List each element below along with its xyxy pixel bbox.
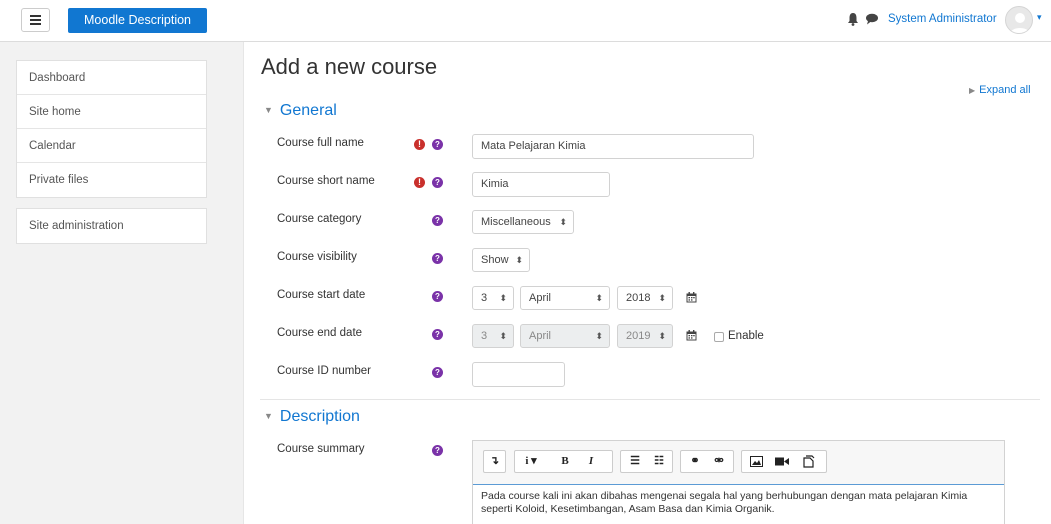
menu-toggle-button[interactable] — [21, 8, 50, 32]
course-short-name-label: Course short name — [277, 175, 375, 187]
required-icon[interactable]: ! — [414, 139, 425, 150]
toolbar-group-links: ⚭ ⚮ — [680, 450, 734, 473]
sidebar-item-private-files[interactable]: Private files — [17, 163, 206, 197]
user-name-link[interactable]: System Administrator — [888, 13, 997, 25]
calendar-icon[interactable] — [686, 330, 697, 341]
expand-all-link[interactable]: ▶ Expand all — [969, 84, 1031, 96]
paragraph-styles-icon[interactable]: i ▾ — [517, 451, 545, 472]
end-month-select[interactable]: April ⬍ — [520, 324, 610, 348]
manage-files-icon[interactable] — [802, 455, 815, 468]
sidebar-item-dashboard[interactable]: Dashboard — [17, 61, 206, 95]
site-brand-button[interactable]: Moodle Description — [68, 8, 207, 33]
end-day-value: 3 — [481, 330, 488, 342]
help-icon[interactable]: ? — [432, 367, 443, 378]
enable-end-date-checkbox[interactable] — [714, 332, 724, 342]
top-navbar: Moodle Description System Administrator … — [0, 0, 1051, 42]
end-year-value: 2019 — [626, 330, 651, 342]
course-visibility-value: Show — [481, 254, 509, 266]
select-arrow-icon: ⬍ — [595, 293, 603, 303]
description-section-toggle[interactable]: ▼ Description — [264, 408, 360, 426]
sidebar-item-site-home[interactable]: Site home — [17, 95, 206, 129]
course-summary-textarea[interactable]: Pada course kali ini akan dibahas mengen… — [473, 484, 1004, 524]
course-summary-label: Course summary — [277, 443, 365, 455]
general-section-toggle[interactable]: ▼ General — [264, 102, 337, 120]
course-full-name-field[interactable]: Mata Pelajaran Kimia — [472, 134, 754, 159]
select-arrow-icon: ⬍ — [515, 255, 523, 265]
bold-icon[interactable]: B — [555, 451, 575, 472]
select-arrow-icon: ⬍ — [499, 293, 507, 303]
select-arrow-icon: ⬍ — [658, 331, 666, 341]
hamburger-icon — [30, 15, 41, 25]
end-day-select[interactable]: 3 ⬍ — [472, 324, 514, 348]
course-start-date-label: Course start date — [277, 289, 366, 301]
toolbar-group-media — [741, 450, 827, 473]
start-day-select[interactable]: 3 ⬍ — [472, 286, 514, 310]
start-month-select[interactable]: April ⬍ — [520, 286, 610, 310]
required-icon[interactable]: ! — [414, 177, 425, 188]
course-category-select[interactable]: Miscellaneous ⬍ — [472, 210, 574, 234]
page-title: Add a new course — [261, 54, 438, 79]
description-heading: Description — [279, 408, 360, 425]
course-full-name-label: Course full name — [277, 137, 364, 149]
expand-all-label: Expand all — [979, 84, 1031, 96]
general-heading: General — [279, 102, 337, 119]
end-year-select[interactable]: 2019 ⬍ — [617, 324, 673, 348]
select-arrow-icon: ⬍ — [499, 331, 507, 341]
help-icon[interactable]: ? — [432, 215, 443, 226]
toolbar-group-lists: ☰ ☷ — [620, 450, 673, 473]
sidebar-admin-block: Site administration — [16, 208, 207, 244]
start-day-value: 3 — [481, 292, 488, 304]
course-category-label: Course category — [277, 213, 362, 225]
section-divider — [260, 399, 1040, 400]
start-year-select[interactable]: 2018 ⬍ — [617, 286, 673, 310]
course-summary-editor: ↴ i ▾ B I ☰ ☷ ⚭ ⚮ Pada course kali ini a… — [472, 440, 1005, 524]
select-arrow-icon: ⬍ — [658, 293, 666, 303]
user-avatar-icon — [1010, 13, 1030, 33]
course-id-number-label: Course ID number — [277, 365, 371, 377]
show-more-buttons-icon[interactable]: ↴ — [484, 451, 505, 472]
bell-icon[interactable] — [845, 11, 861, 27]
course-short-name-field[interactable]: Kimia — [472, 172, 610, 197]
collapse-triangle-icon: ▼ — [264, 411, 273, 421]
unlink-icon[interactable]: ⚮ — [709, 451, 729, 472]
image-icon[interactable] — [750, 456, 763, 467]
course-visibility-select[interactable]: Show ⬍ — [472, 248, 530, 272]
course-id-number-field[interactable] — [472, 362, 565, 387]
sidebar-nav-block: Dashboard Site home Calendar Private fil… — [16, 60, 207, 198]
help-icon[interactable]: ? — [432, 177, 443, 188]
course-visibility-label: Course visibility — [277, 251, 357, 263]
unordered-list-icon[interactable]: ☰ — [625, 451, 645, 472]
start-month-value: April — [529, 292, 552, 304]
summary-line-1: Pada course kali ini akan dibahas mengen… — [481, 490, 968, 502]
video-icon[interactable] — [775, 456, 789, 467]
select-arrow-icon: ⬍ — [559, 217, 567, 227]
help-icon[interactable]: ? — [432, 445, 443, 456]
sidebar-item-site-administration[interactable]: Site administration — [17, 209, 206, 243]
end-month-value: April — [529, 330, 552, 342]
link-icon[interactable]: ⚭ — [685, 451, 705, 472]
summary-line-2: seperti Koloid, Kesetimbangan, Asam Basa… — [481, 503, 775, 515]
toolbar-group-text: i ▾ B I — [514, 450, 613, 473]
user-menu-caret-icon[interactable]: ▾ — [1037, 12, 1042, 23]
enable-label: Enable — [728, 330, 764, 342]
calendar-icon[interactable] — [686, 292, 697, 303]
collapse-triangle-icon: ▼ — [264, 105, 273, 115]
sidebar-item-calendar[interactable]: Calendar — [17, 129, 206, 163]
help-icon[interactable]: ? — [432, 329, 443, 340]
ordered-list-icon[interactable]: ☷ — [649, 451, 669, 472]
help-icon[interactable]: ? — [432, 139, 443, 150]
help-icon[interactable]: ? — [432, 253, 443, 264]
select-arrow-icon: ⬍ — [595, 331, 603, 341]
course-end-date-label: Course end date — [277, 327, 363, 339]
course-category-value: Miscellaneous — [481, 216, 551, 228]
help-icon[interactable]: ? — [432, 291, 443, 302]
avatar[interactable] — [1005, 6, 1033, 34]
message-icon[interactable] — [864, 11, 880, 27]
main-content: Add a new course ▶ Expand all ▼ General Co… — [243, 42, 1051, 524]
italic-icon[interactable]: I — [581, 451, 601, 472]
expand-triangle-icon: ▶ — [969, 86, 976, 95]
toolbar-group-toggle: ↴ — [483, 450, 506, 473]
start-year-value: 2018 — [626, 292, 651, 304]
